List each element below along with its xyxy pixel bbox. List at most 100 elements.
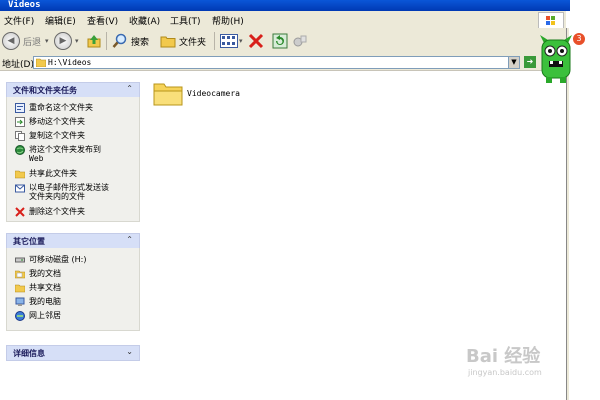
forward-button[interactable]: ▶ ▾ xyxy=(54,32,79,50)
back-arrow-icon: ◀ xyxy=(2,32,20,50)
computer-icon xyxy=(15,297,25,306)
tasks-panel-header[interactable]: 文件和文件夹任务 ⌃ xyxy=(6,82,140,98)
task-label: 重命名这个文件夹 xyxy=(29,103,93,112)
address-label: 地址(D) xyxy=(2,60,34,70)
task-label: 将这个文件夹发布到 xyxy=(29,145,101,154)
details-panel-title: 详细信息 xyxy=(13,349,45,358)
folders-icon xyxy=(160,36,176,48)
task-copy-folder[interactable]: 复制这个文件夹 xyxy=(15,131,85,141)
search-label: 搜索 xyxy=(131,37,150,48)
back-dropdown-icon[interactable]: ▾ xyxy=(45,37,49,45)
forward-dropdown-icon[interactable]: ▾ xyxy=(75,37,79,45)
properties-icon xyxy=(293,35,307,47)
places-panel-title: 其它位置 xyxy=(13,237,45,246)
title-bar: Videos xyxy=(0,0,570,11)
places-panel-header[interactable]: 其它位置 ⌃ xyxy=(6,233,140,249)
up-folder-button[interactable] xyxy=(86,32,102,50)
drive-icon xyxy=(15,257,25,263)
rename-icon xyxy=(15,103,25,113)
menu-file[interactable]: 文件(F) xyxy=(4,14,34,27)
task-rename-folder[interactable]: 重命名这个文件夹 xyxy=(15,103,93,113)
task-email-files[interactable]: 以电子邮件形式发送该 文件夹内的文件 xyxy=(15,183,109,201)
place-removable-disk[interactable]: 可移动磁盘 (H:) xyxy=(15,255,87,265)
window-title: Videos xyxy=(8,0,41,10)
expand-chevron-icon[interactable]: ⌄ xyxy=(126,347,133,356)
properties-button[interactable] xyxy=(292,32,308,50)
email-icon xyxy=(15,184,25,193)
copy-icon xyxy=(15,131,25,141)
place-label: 网上邻居 xyxy=(29,311,61,320)
network-icon xyxy=(15,311,25,321)
task-move-folder[interactable]: 移动这个文件夹 xyxy=(15,117,85,127)
menu-favorites[interactable]: 收藏(A) xyxy=(129,14,160,27)
menu-edit[interactable]: 编辑(E) xyxy=(45,14,76,27)
menu-help[interactable]: 帮助(H) xyxy=(212,14,244,27)
place-my-documents[interactable]: 我的文档 xyxy=(15,269,61,279)
move-icon xyxy=(15,117,25,127)
toolbar: ◀ 后退 ▾ ▶ ▾ 搜索 文件夹 ▾ xyxy=(0,28,566,56)
toolbar-separator xyxy=(106,32,107,50)
views-dropdown-icon: ▾ xyxy=(239,37,243,45)
address-dropdown-icon[interactable]: ▼ xyxy=(508,56,520,69)
folder-icon xyxy=(36,58,46,67)
delete-x-icon xyxy=(248,33,264,49)
task-label: 删除这个文件夹 xyxy=(29,207,85,216)
search-button[interactable]: 搜索 xyxy=(112,32,149,50)
task-label-web: Web xyxy=(29,154,44,163)
task-pane: 文件和文件夹任务 ⌃ 重命名这个文件夹 移动这个文件夹 复制这个文件夹 将这个文… xyxy=(0,71,150,400)
go-arrow-icon[interactable]: ➜ xyxy=(524,56,536,68)
watermark-logo: Bai 经验 xyxy=(466,346,541,367)
folder-name: Videocamera xyxy=(187,88,240,98)
task-label: 移动这个文件夹 xyxy=(29,117,85,126)
place-shared-documents[interactable]: 共享文档 xyxy=(15,283,61,293)
folder-icon xyxy=(153,83,183,106)
address-bar: 地址(D) H:\Videos ▼ ➜ xyxy=(0,55,566,71)
undo-icon xyxy=(272,33,288,49)
details-panel-header[interactable]: 详细信息 ⌄ xyxy=(6,345,140,361)
back-label: 后退 xyxy=(23,37,42,48)
place-my-computer[interactable]: 我的电脑 xyxy=(15,297,61,307)
globe-icon xyxy=(15,145,25,155)
task-label: 以电子邮件形式发送该 xyxy=(29,183,109,192)
undo-button[interactable] xyxy=(272,32,288,50)
tasks-panel-body: 重命名这个文件夹 移动这个文件夹 复制这个文件夹 将这个文件夹发布到 Web 共… xyxy=(6,97,140,222)
monster-mascot-icon[interactable] xyxy=(538,33,574,85)
task-label: 文件夹内的文件 xyxy=(29,192,85,201)
address-input[interactable]: H:\Videos xyxy=(33,56,520,69)
place-label: 可移动磁盘 (H:) xyxy=(29,255,87,264)
menu-view[interactable]: 查看(V) xyxy=(87,14,118,27)
task-delete-folder[interactable]: 删除这个文件夹 xyxy=(15,207,85,217)
tasks-panel-title: 文件和文件夹任务 xyxy=(13,86,77,95)
shared-folder-icon xyxy=(15,284,25,293)
place-label: 我的文档 xyxy=(29,269,61,278)
place-label: 我的电脑 xyxy=(29,297,61,306)
documents-icon xyxy=(15,270,25,279)
task-label: 共享此文件夹 xyxy=(29,169,77,178)
address-value: H:\Videos xyxy=(48,58,92,67)
back-button[interactable]: ◀ 后退 ▾ xyxy=(2,32,49,50)
folders-button[interactable]: 文件夹 xyxy=(160,32,206,50)
collapse-chevron-icon[interactable]: ⌃ xyxy=(126,235,133,244)
search-icon xyxy=(112,33,127,48)
task-share-folder[interactable]: 共享此文件夹 xyxy=(15,169,77,179)
forward-arrow-icon: ▶ xyxy=(54,32,72,50)
views-icon xyxy=(220,34,238,48)
task-publish-web[interactable]: 将这个文件夹发布到 Web xyxy=(15,145,101,163)
share-icon xyxy=(15,170,25,179)
collapse-chevron-icon[interactable]: ⌃ xyxy=(126,84,133,93)
folders-label: 文件夹 xyxy=(179,37,207,48)
toolbar-separator xyxy=(214,32,215,50)
place-label: 共享文档 xyxy=(29,283,61,292)
folder-videocamera[interactable]: Videocamera xyxy=(153,80,240,106)
delete-icon xyxy=(15,207,25,217)
watermark-url: jingyan.baidu.com xyxy=(468,368,542,377)
delete-button[interactable] xyxy=(248,32,264,50)
menu-tools[interactable]: 工具(T) xyxy=(170,14,201,27)
task-label: 复制这个文件夹 xyxy=(29,131,85,140)
menu-bar: 文件(F) 编辑(E) 查看(V) 收藏(A) 工具(T) 帮助(H) xyxy=(0,11,566,29)
views-button[interactable]: ▾ xyxy=(220,32,243,50)
up-folder-icon xyxy=(87,35,101,48)
place-network[interactable]: 网上邻居 xyxy=(15,311,61,321)
notification-badge: 3 xyxy=(572,32,586,46)
places-panel-body: 可移动磁盘 (H:) 我的文档 共享文档 我的电脑 网上邻居 xyxy=(6,248,140,331)
